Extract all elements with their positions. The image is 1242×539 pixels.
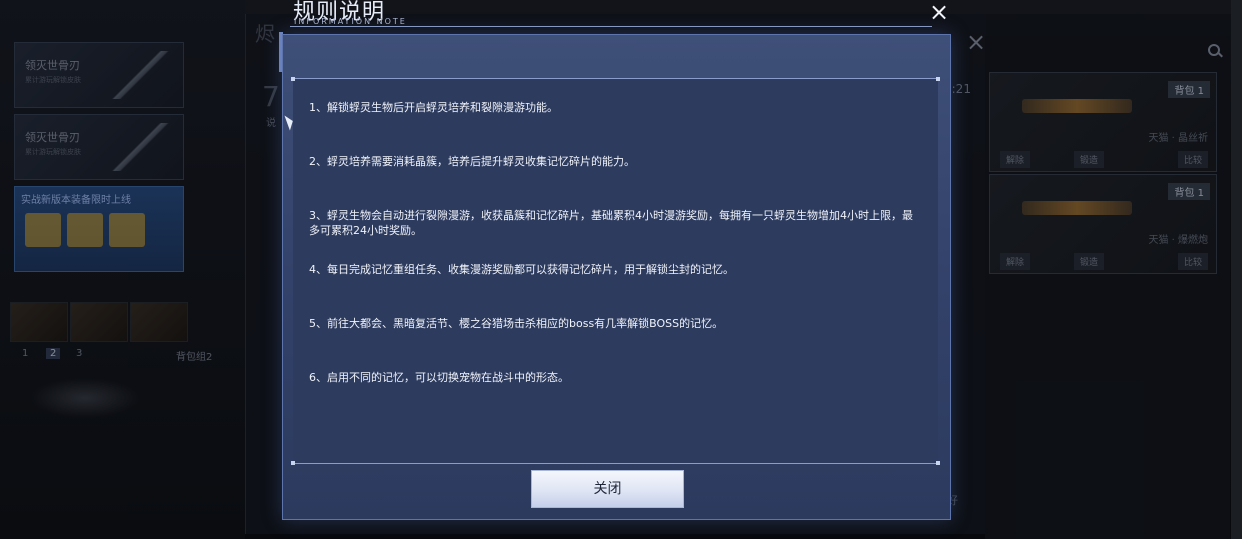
- dialog-subtitle: INFORMATION NOTE: [294, 17, 407, 26]
- rule-item-3: 3、蜉灵生物会自动进行裂隙漫游，收获晶簇和记忆碎片，基础累积4小时漫游奖励，每拥…: [309, 209, 913, 237]
- title-divider: [290, 26, 932, 27]
- corner-mark: [291, 461, 295, 465]
- rule-item-1: 1、解锁蜉灵生物后开启蜉灵培养和裂隙漫游功能。: [309, 101, 558, 114]
- corner-mark: [936, 77, 940, 81]
- rule-item-4: 4、每日完成记忆重组任务、收集漫游奖励都可以获得记忆碎片，用于解锁尘封的记忆。: [309, 263, 734, 276]
- corner-mark: [291, 77, 295, 81]
- rule-item-2: 2、蜉灵培养需要消耗晶簇，培养后提升蜉灵收集记忆碎片的能力。: [309, 155, 635, 168]
- close-icon[interactable]: ×: [924, 0, 954, 26]
- corner-mark: [936, 461, 940, 465]
- rule-item-5: 5、前往大都会、黑暗复活节、樱之谷猎场击杀相应的boss有几率解锁BOSS的记忆…: [309, 317, 724, 330]
- rule-item-6: 6、启用不同的记忆，可以切换宠物在战斗中的形态。: [309, 371, 569, 384]
- close-button[interactable]: 关闭: [531, 470, 684, 508]
- rules-content: 1、解锁蜉灵生物后开启蜉灵培养和裂隙漫游功能。 2、蜉灵培养需要消耗晶簇，培养后…: [291, 77, 940, 465]
